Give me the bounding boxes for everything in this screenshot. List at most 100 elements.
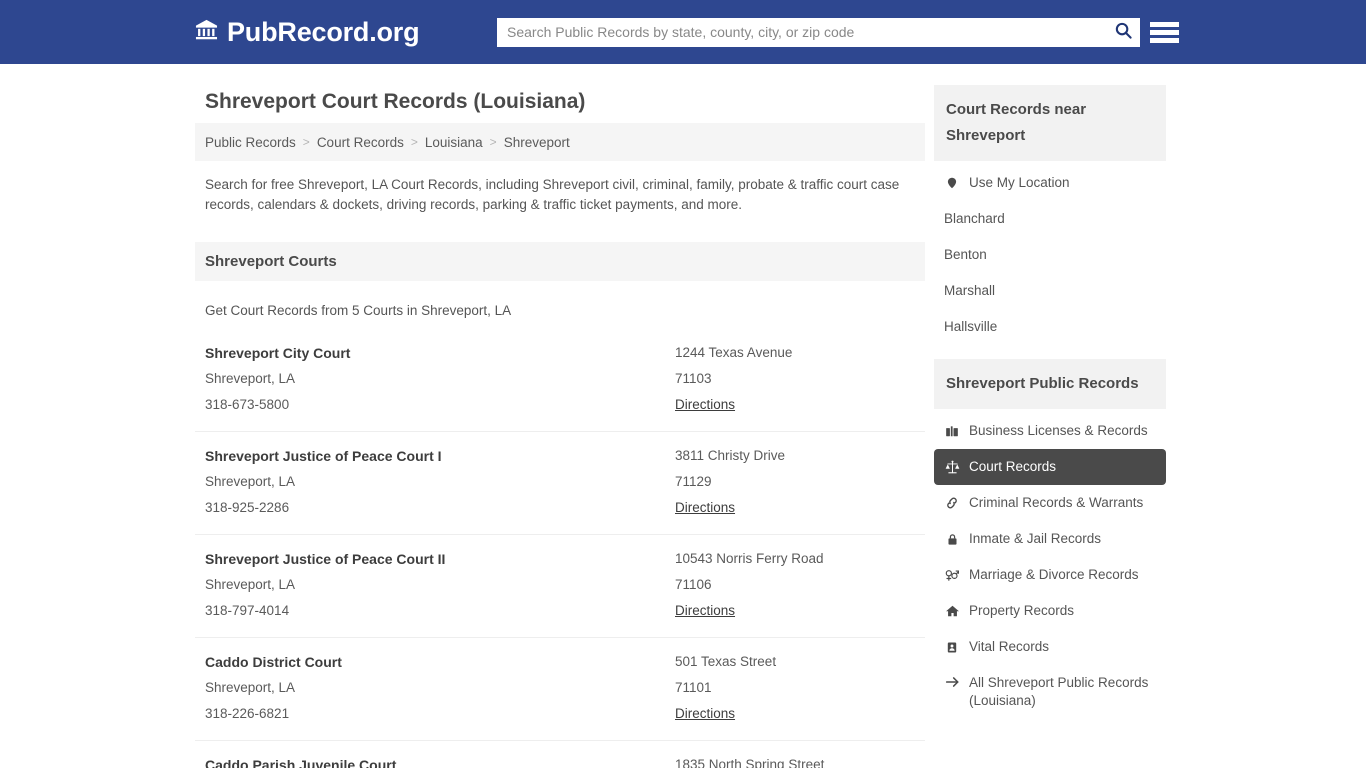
nearby-item-blanchard[interactable]: Blanchard	[934, 201, 1166, 237]
public-records-list: Business Licenses & Records Court Record…	[934, 413, 1166, 719]
court-zip: 71106	[675, 577, 712, 592]
court-street: 1244 Texas Avenue	[675, 345, 793, 360]
use-my-location-label: Use My Location	[969, 175, 1070, 190]
table-row: Caddo Parish Juvenile Court Shreveport, …	[195, 741, 925, 768]
court-name-link[interactable]: Caddo District Court	[205, 649, 675, 675]
court-city-state: Shreveport, LA	[205, 680, 296, 695]
breadcrumb-item-louisiana[interactable]: Louisiana	[425, 135, 483, 150]
table-row: Shreveport Justice of Peace Court II Shr…	[195, 535, 925, 638]
lock-icon	[944, 532, 960, 547]
sidebar-item-label: Marriage & Divorce Records	[969, 567, 1139, 582]
court-info: Shreveport Justice of Peace Court II Shr…	[205, 546, 675, 624]
hamburger-bar	[1150, 37, 1179, 43]
sidebar-item-label: Inmate & Jail Records	[969, 531, 1102, 546]
home-icon	[944, 604, 960, 618]
search-input[interactable]	[497, 17, 1106, 47]
breadcrumb-separator: >	[410, 135, 418, 149]
nearby-list: Use My Location Blanchard Benton Marshal…	[934, 165, 1166, 345]
section-subtitle: Get Court Records from 5 Courts in Shrev…	[205, 303, 512, 318]
breadcrumb: Public Records > Court Records > Louisia…	[195, 123, 925, 161]
hamburger-bar	[1150, 21, 1179, 27]
sidebar-header-public-records: Shreveport Public Records	[934, 359, 1166, 409]
search-bar	[497, 17, 1140, 47]
use-my-location-button[interactable]: Use My Location	[934, 165, 1166, 201]
sidebar-item-court-records[interactable]: Court Records	[934, 449, 1166, 485]
sidebar-item-property-records[interactable]: Property Records	[934, 593, 1166, 629]
court-street: 1835 North Spring Street	[675, 757, 825, 768]
nearby-item-benton[interactable]: Benton	[934, 237, 1166, 273]
court-phone: 318-226-6821	[205, 706, 290, 721]
scales-icon	[944, 460, 960, 475]
table-row: Shreveport City Court Shreveport, LA 318…	[195, 329, 925, 432]
court-name-link[interactable]: Shreveport Justice of Peace Court II	[205, 546, 675, 572]
court-phone: 318-797-4014	[205, 603, 290, 618]
hamburger-bar	[1150, 29, 1179, 35]
arrow-right-icon	[944, 675, 960, 689]
directions-link[interactable]: Directions	[675, 495, 735, 521]
breadcrumb-separator: >	[302, 135, 310, 149]
sidebar-item-vital-records[interactable]: Vital Records	[934, 629, 1166, 665]
sidebar-header-label: Court Records near Shreveport	[946, 101, 1087, 144]
court-city-state: Shreveport, LA	[205, 371, 296, 386]
court-phone: 318-925-2286	[205, 500, 290, 515]
page-title: Shreveport Court Records (Louisiana)	[205, 90, 586, 113]
court-zip: 71129	[675, 474, 712, 489]
nearby-item-label: Benton	[944, 247, 987, 262]
court-info: Caddo District Court Shreveport, LA 318-…	[205, 649, 675, 727]
search-button[interactable]	[1106, 18, 1140, 47]
site-logo-text: PubRecord.org	[227, 16, 420, 47]
directions-link[interactable]: Directions	[675, 701, 735, 727]
sidebar-item-criminal-records[interactable]: Criminal Records & Warrants	[934, 485, 1166, 521]
id-card-icon	[944, 640, 960, 655]
court-info: Caddo Parish Juvenile Court Shreveport, …	[205, 752, 675, 768]
sidebar-item-label: Business Licenses & Records	[969, 423, 1148, 438]
nearby-item-label: Hallsville	[944, 319, 998, 334]
court-address: 501 Texas Street 71101 Directions	[675, 649, 915, 727]
court-info: Shreveport Justice of Peace Court I Shre…	[205, 443, 675, 521]
nearby-item-marshall[interactable]: Marshall	[934, 273, 1166, 309]
briefcase-icon	[944, 424, 960, 438]
sidebar-item-inmate-jail-records[interactable]: Inmate & Jail Records	[934, 521, 1166, 557]
sidebar-item-business-licenses[interactable]: Business Licenses & Records	[934, 413, 1166, 449]
court-zip: 71103	[675, 371, 712, 386]
directions-link[interactable]: Directions	[675, 598, 735, 624]
venus-mars-icon	[944, 568, 960, 582]
court-name-link[interactable]: Caddo Parish Juvenile Court	[205, 752, 675, 768]
breadcrumb-item-court-records[interactable]: Court Records	[317, 135, 404, 150]
court-city-state: Shreveport, LA	[205, 577, 296, 592]
court-street: 3811 Christy Drive	[675, 448, 786, 463]
hamburger-menu-icon[interactable]	[1150, 20, 1179, 45]
handcuffs-icon	[944, 496, 960, 510]
court-list: Shreveport City Court Shreveport, LA 318…	[195, 329, 925, 768]
nearby-item-hallsville[interactable]: Hallsville	[934, 309, 1166, 345]
search-icon	[1114, 21, 1133, 43]
breadcrumb-item-public-records[interactable]: Public Records	[205, 135, 296, 150]
sidebar-item-label: Court Records	[969, 459, 1057, 474]
sidebar-item-marriage-divorce-records[interactable]: Marriage & Divorce Records	[934, 557, 1166, 593]
section-header-shreveport-courts: Shreveport Courts	[195, 242, 925, 281]
sidebar: Court Records near Shreveport Use My Loc…	[934, 85, 1166, 719]
map-pin-icon	[944, 175, 960, 191]
page-description: Search for free Shreveport, LA Court Rec…	[205, 177, 900, 212]
sidebar-item-label: Property Records	[969, 603, 1075, 618]
sidebar-item-label: Vital Records	[969, 639, 1050, 654]
breadcrumb-item-shreveport: Shreveport	[503, 134, 570, 150]
court-name-link[interactable]: Shreveport City Court	[205, 340, 675, 366]
table-row: Caddo District Court Shreveport, LA 318-…	[195, 638, 925, 741]
court-address: 1835 North Spring Street 71101 Direction…	[675, 752, 915, 768]
court-zip: 71101	[675, 680, 712, 695]
court-name-link[interactable]: Shreveport Justice of Peace Court I	[205, 443, 675, 469]
site-logo[interactable]: PubRecord.org	[194, 16, 420, 48]
sidebar-item-label: All Shreveport Public Records (Louisiana…	[969, 675, 1149, 708]
sidebar-item-all-public-records[interactable]: All Shreveport Public Records (Louisiana…	[934, 665, 1166, 719]
nearby-item-label: Blanchard	[944, 211, 1005, 226]
directions-link[interactable]: Directions	[675, 392, 735, 418]
court-street: 10543 Norris Ferry Road	[675, 551, 824, 566]
section-header-label: Shreveport Courts	[205, 253, 337, 270]
sidebar-header-nearby: Court Records near Shreveport	[934, 85, 1166, 161]
court-city-state: Shreveport, LA	[205, 474, 296, 489]
sidebar-item-label: Criminal Records & Warrants	[969, 495, 1144, 510]
bank-icon	[194, 18, 219, 46]
court-address: 3811 Christy Drive 71129 Directions	[675, 443, 915, 521]
court-info: Shreveport City Court Shreveport, LA 318…	[205, 340, 675, 418]
